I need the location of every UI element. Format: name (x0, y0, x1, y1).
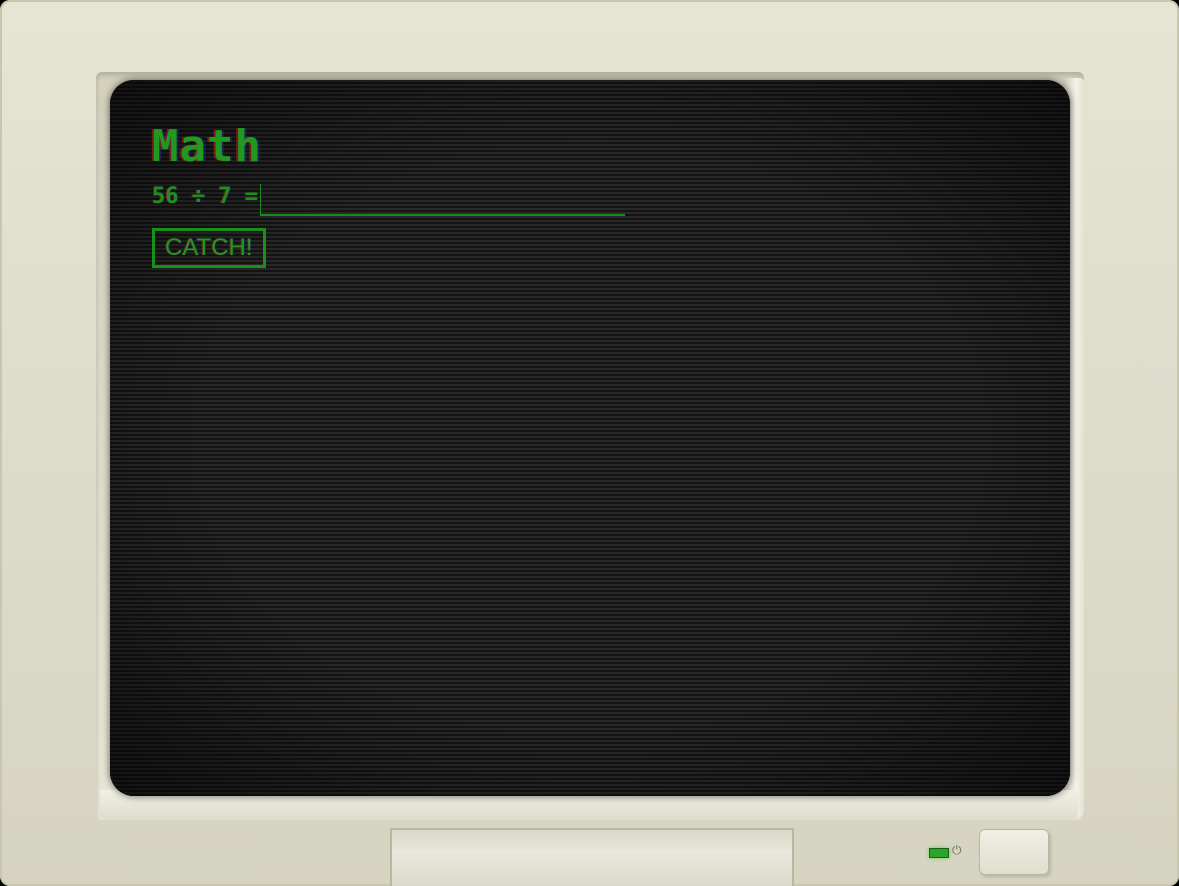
power-led-indicator (929, 848, 949, 858)
power-icon: ⏻ (952, 843, 962, 857)
monitor-base-slot (390, 828, 794, 886)
page: Math 56 ÷ 7 = CATCH! ⏻ (0, 0, 1179, 886)
crt-monitor: Math 56 ÷ 7 = CATCH! ⏻ (0, 0, 1179, 886)
page-title: Math (152, 121, 262, 172)
power-button[interactable] (979, 829, 1049, 875)
question-row: 56 ÷ 7 = (152, 180, 625, 216)
math-question: 56 ÷ 7 = (152, 184, 258, 209)
answer-input[interactable] (259, 184, 625, 216)
crt-screen: Math 56 ÷ 7 = CATCH! (110, 80, 1070, 796)
game-panel: Math 56 ÷ 7 = CATCH! (152, 122, 625, 268)
catch-button[interactable]: CATCH! (152, 228, 266, 268)
